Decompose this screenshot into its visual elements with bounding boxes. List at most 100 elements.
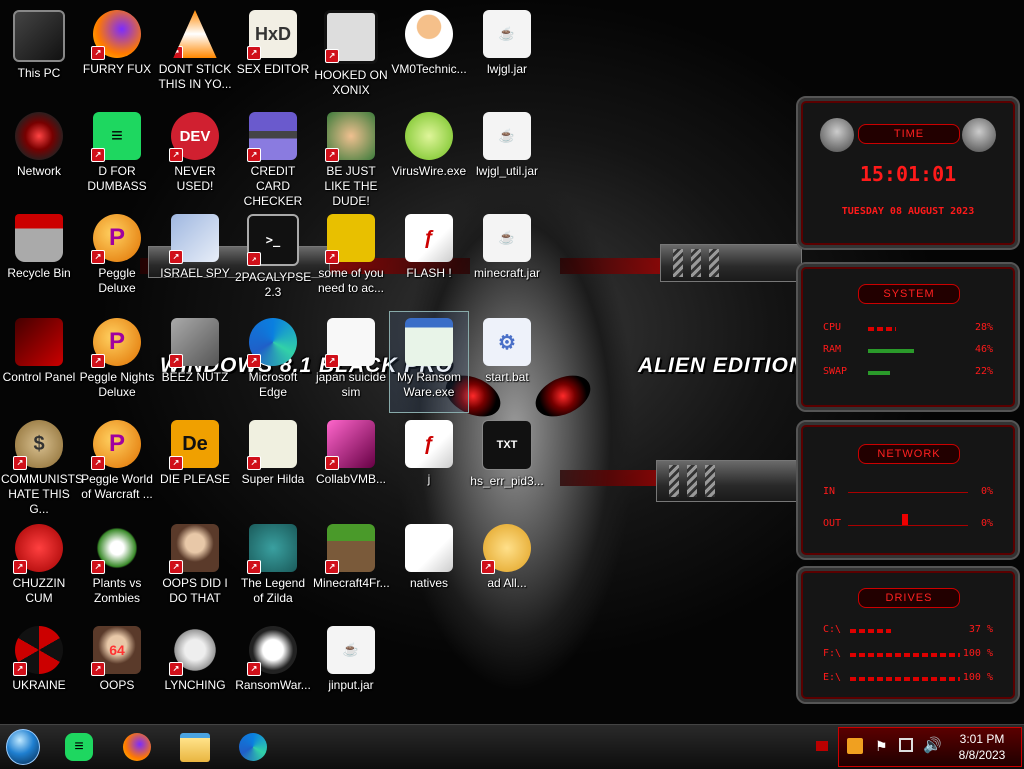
tray-clock-date[interactable]: 8/8/2023 [949, 748, 1015, 762]
taskbar-file-explorer[interactable] [178, 731, 212, 763]
desktop-icon[interactable]: P ↗ Peggle Deluxe [78, 208, 156, 308]
drives-widget: DRIVES C:\ 37 % F:\ 100 % E:\ 100 % [796, 566, 1020, 704]
desktop-icon[interactable]: 64 ↗ OOPS [78, 620, 156, 720]
system-row-label: CPU [823, 322, 842, 333]
spotify-icon: ≡ [65, 733, 93, 761]
desktop-icon-label: OOPS [99, 678, 135, 692]
drive-usage-bar [850, 629, 891, 633]
desktop-icon[interactable]: ☠ ↗ RansomWar... [234, 620, 312, 720]
desktop-icon[interactable]: ↗ The Legend of Zilda [234, 518, 312, 618]
desktop-icon[interactable]: HxD ↗ SEX EDITOR [234, 4, 312, 104]
peggle-icon: P ↗ [91, 420, 141, 470]
desktop-icon[interactable]: ≡ ↗ D FOR DUMBASS [78, 106, 156, 206]
desktop[interactable]: WINDOWS 8.1 BLACK PRO ALIEN EDITION 20 T… [0, 0, 1024, 724]
lime-icon [405, 112, 453, 160]
taskbar-firefox[interactable] [120, 731, 154, 763]
network-tray-icon[interactable] [899, 738, 913, 752]
desktop-icon[interactable]: TXT hs_err_pid3... [468, 414, 546, 514]
desktop-icon-label: COMMUNISTS HATE THIS G... [1, 472, 83, 516]
desktop-icon[interactable]: VM0Technic... [390, 4, 468, 104]
taskbar-edge[interactable] [236, 731, 270, 763]
network-widget: NETWORK IN 0% OUT 0% [796, 420, 1020, 560]
desktop-icon[interactable]: ↗ BE JUST LIKE THE DUDE! [312, 106, 390, 208]
control-panel-icon [15, 318, 63, 366]
system-row-cpu: CPU 28% [823, 322, 993, 333]
desktop-icon[interactable]: ↗ Plants vs Zombies [78, 518, 156, 618]
desktop-icon[interactable]: ☕ lwjgl.jar [468, 4, 546, 104]
desktop-icon[interactable]: ↗ Super Hilda [234, 414, 312, 514]
desktop-icon[interactable]: ↗ Microsoft Edge [234, 312, 312, 412]
desktop-icon-label: RansomWar... [235, 678, 311, 692]
desktop-icon[interactable]: ↗ LYNCHING [156, 620, 234, 720]
desktop-icon[interactable]: ☕ minecraft.jar [468, 208, 546, 308]
desktop-icon[interactable]: Recycle Bin [0, 208, 78, 308]
shortcut-arrow-icon: ↗ [247, 354, 261, 368]
action-center-flag-icon[interactable]: ⚑ [875, 738, 888, 755]
drive-row-value: 37 % [968, 624, 993, 635]
desktop-icon[interactable]: ⚙ start.bat [468, 312, 546, 412]
desktop-icon[interactable]: This PC [0, 4, 78, 104]
desktop-icon-label: CHUZZIN CUM [12, 576, 66, 605]
desktop-icon[interactable]: ↗ ad All... [468, 518, 546, 618]
flash-file-icon: ƒ [405, 214, 453, 262]
desktop-icon[interactable]: Network [0, 106, 78, 206]
desktop-icon[interactable]: VirusWire.exe [390, 106, 468, 206]
desktop-icon[interactable]: DEV ↗ NEVER USED! [156, 106, 234, 206]
shortcut-arrow-icon: ↗ [481, 560, 495, 574]
desktop-icon-label: DIE PLEASE [159, 472, 231, 486]
desktop-icon[interactable]: natives [390, 518, 468, 618]
desktop-icon[interactable]: ↗ japan suicide sim [312, 312, 390, 412]
desktop-icon-label: Network [16, 164, 61, 178]
shortcut-arrow-icon: ↗ [91, 148, 105, 162]
system-usage-bar [868, 349, 914, 353]
desktop-icon[interactable]: P ↗ Peggle World of Warcraft ... [78, 414, 156, 514]
desktop-icon[interactable]: ↗ some of you need to ac... [312, 208, 390, 308]
tray-clock-time[interactable]: 3:01 PM [949, 732, 1015, 746]
desktop-icon[interactable]: ↗ CREDIT CARD CHECKER [234, 106, 312, 208]
desktop-icon[interactable]: Control Panel [0, 312, 78, 412]
taskbar-spotify[interactable]: ≡ [62, 731, 96, 763]
desktop-icon[interactable]: $ ↗ COMMUNISTS HATE THIS G... [0, 414, 83, 516]
system-usage-bar [868, 327, 896, 331]
desktop-icon[interactable]: De ↗ DIE PLEASE [156, 414, 234, 514]
credit-card-icon: ↗ [247, 112, 297, 162]
desktop-icon[interactable]: ↗ CollabVMB... [312, 414, 390, 514]
desktop-icon[interactable]: ↗ DONT STICK THIS IN YO... [156, 4, 234, 104]
desktop-icon[interactable]: ƒj [390, 414, 468, 514]
desktop-icon[interactable]: ↗ CHUZZIN CUM [0, 518, 78, 618]
director-icon: De ↗ [169, 420, 219, 470]
start-button[interactable] [6, 729, 40, 765]
alien-head-icon [962, 118, 996, 152]
shortcut-arrow-icon: ↗ [325, 560, 339, 574]
desktop-icon-label: start.bat [485, 370, 529, 384]
desktop-icon[interactable]: My Ransom Ware.exe [389, 311, 469, 413]
desktop-icon[interactable]: ↗ UKRAINE [0, 620, 78, 720]
time-widget-clock: 15:01:01 [859, 162, 957, 186]
desktop-icon[interactable]: ↗ Minecraft4Fr... [312, 518, 390, 618]
desktop-icon[interactable]: ↗ ISRAEL SPY [156, 208, 234, 308]
volume-icon[interactable]: 🔊 [923, 736, 942, 754]
doctor-icon [405, 10, 453, 58]
desktop-icon[interactable]: >_ ↗ 2PACALYPSE 2.3 [234, 208, 312, 308]
desktop-icon[interactable]: ↗ HOOKED ON XONIX [312, 4, 390, 104]
system-tray: ⚑ 🔊 3:01 PM 8/8/2023 [838, 727, 1022, 767]
network-alien-icon [15, 112, 63, 160]
desktop-icon[interactable]: ☕ lwjgl_util.jar [468, 106, 546, 206]
network-out-value: 0% [980, 518, 993, 529]
system-row-label: SWAP [823, 366, 848, 377]
firefox-icon [123, 733, 151, 761]
desktop-icon[interactable]: P ↗ Peggle Nights Deluxe [78, 312, 156, 412]
show-hidden-icons-button[interactable] [816, 741, 828, 751]
tray-app-icon[interactable] [847, 738, 863, 754]
desktop-icon-label: VM0Technic... [391, 62, 467, 76]
network-in-value: 0% [980, 486, 993, 497]
desktop-icon[interactable]: ↗ OOPS DID I DO THAT [156, 518, 234, 618]
desktop-icon[interactable]: ↗ BEEZ NUTZ [156, 312, 234, 412]
folder-icon [180, 732, 210, 762]
desktop-icon[interactable]: ↗ FURRY FUX [78, 4, 156, 104]
desktop-icon-label: jinput.jar [328, 678, 374, 692]
desktop-icon[interactable]: ☕ jinput.jar [312, 620, 390, 720]
peggle-icon: P ↗ [91, 318, 141, 368]
shortcut-arrow-icon: ↗ [91, 560, 105, 574]
desktop-icon[interactable]: ƒ FLASH ! [390, 208, 468, 308]
